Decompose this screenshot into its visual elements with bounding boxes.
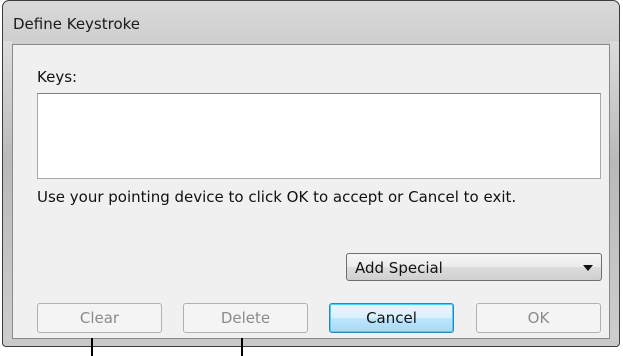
chevron-down-icon[interactable] <box>583 265 593 271</box>
keys-input[interactable] <box>37 93 601 179</box>
callout-line-clear <box>91 338 93 356</box>
delete-button[interactable]: Delete <box>183 303 308 333</box>
ok-button[interactable]: OK <box>476 303 601 333</box>
add-special-selected-value: Add Special <box>355 259 443 277</box>
callout-line-delete <box>241 338 243 356</box>
cancel-button[interactable]: Cancel <box>329 303 454 333</box>
instruction-text: Use your pointing device to click OK to … <box>37 188 517 206</box>
keys-label: Keys: <box>37 68 78 86</box>
screenshot-stage: Define Keystroke Keys: Use your pointing… <box>0 0 623 356</box>
window-frame-right <box>610 41 619 341</box>
window-frame-left <box>3 41 12 341</box>
add-special-dropdown[interactable]: Add Special <box>346 253 602 281</box>
window-title: Define Keystroke <box>13 15 141 33</box>
clear-button[interactable]: Clear <box>37 303 162 333</box>
define-keystroke-dialog: Define Keystroke Keys: Use your pointing… <box>2 0 620 347</box>
dialog-client-area: Keys: Use your pointing device to click … <box>12 44 610 339</box>
